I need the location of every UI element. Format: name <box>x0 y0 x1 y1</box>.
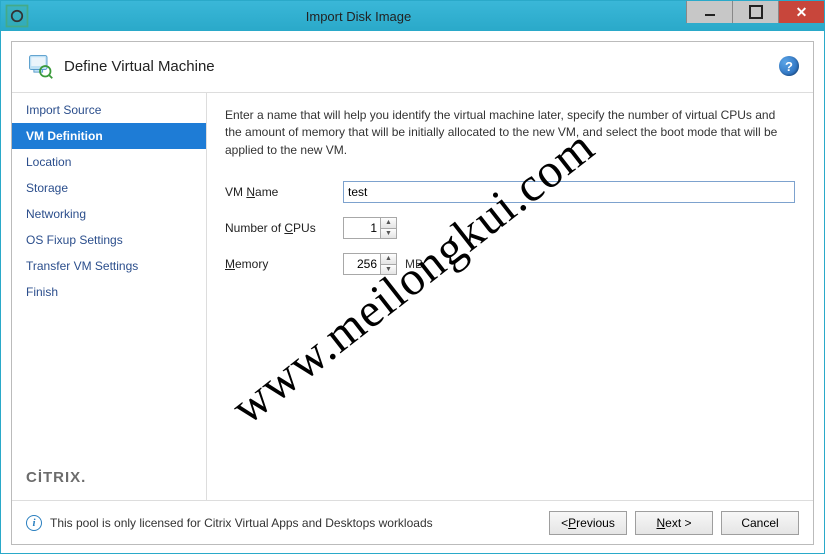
help-icon[interactable]: ? <box>779 56 799 76</box>
vm-name-label: VM Name <box>225 185 343 199</box>
vm-name-input[interactable] <box>343 181 795 203</box>
intro-text: Enter a name that will help you identify… <box>225 107 795 159</box>
memory-unit: MB <box>405 257 423 271</box>
memory-down-icon[interactable]: ▼ <box>381 265 396 275</box>
info-icon: i <box>26 515 42 531</box>
license-message: This pool is only licensed for Citrix Vi… <box>50 516 549 530</box>
titlebar: Import Disk Image <box>1 1 824 31</box>
brand-logo: CİTRIX. <box>12 459 206 500</box>
step-storage[interactable]: Storage <box>12 175 206 201</box>
step-import-source[interactable]: Import Source <box>12 97 206 123</box>
memory-input[interactable] <box>344 254 380 274</box>
wizard-page: Enter a name that will help you identify… <box>207 93 813 500</box>
step-vm-definition[interactable]: VM Definition <box>12 123 206 149</box>
wizard-footer: i This pool is only licensed for Citrix … <box>12 500 813 544</box>
step-transfer-vm[interactable]: Transfer VM Settings <box>12 253 206 279</box>
cancel-button[interactable]: Cancel <box>721 511 799 535</box>
step-os-fixup[interactable]: OS Fixup Settings <box>12 227 206 253</box>
memory-label: Memory <box>225 257 343 271</box>
wizard-header: Define Virtual Machine ? <box>12 42 813 93</box>
wizard-icon <box>26 52 54 80</box>
cpus-up-icon[interactable]: ▲ <box>381 218 396 229</box>
cpus-label: Number of CPUs <box>225 221 343 235</box>
step-networking[interactable]: Networking <box>12 201 206 227</box>
cpus-input[interactable] <box>344 218 380 238</box>
next-button[interactable]: Next > <box>635 511 713 535</box>
page-title: Define Virtual Machine <box>64 58 779 75</box>
minimize-button[interactable] <box>686 1 732 23</box>
previous-button[interactable]: < Previous <box>549 511 627 535</box>
close-button[interactable] <box>778 1 824 23</box>
cpus-down-icon[interactable]: ▼ <box>381 229 396 239</box>
maximize-button[interactable] <box>732 1 778 23</box>
wizard-steps: Import Source VM Definition Location Sto… <box>12 93 207 500</box>
step-location[interactable]: Location <box>12 149 206 175</box>
step-finish[interactable]: Finish <box>12 279 206 305</box>
memory-up-icon[interactable]: ▲ <box>381 254 396 265</box>
system-menu-icon[interactable] <box>3 5 31 27</box>
memory-stepper[interactable]: ▲ ▼ <box>343 253 397 275</box>
window-title: Import Disk Image <box>31 9 686 24</box>
cpus-stepper[interactable]: ▲ ▼ <box>343 217 397 239</box>
